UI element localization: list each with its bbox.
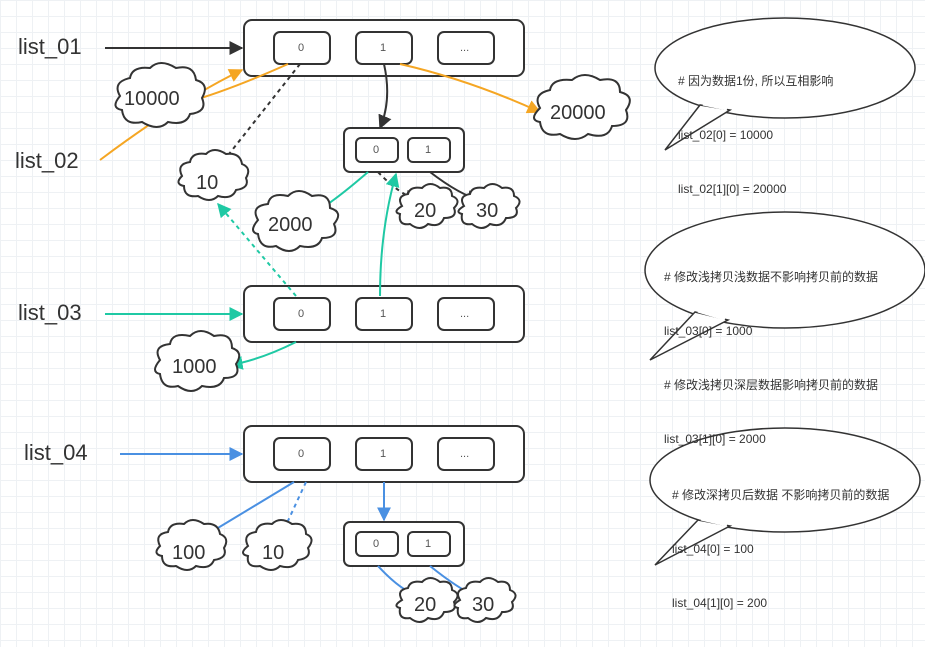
cloud-30b-text: 30 (472, 594, 494, 617)
note1-line1: # 因为数据1份, 所以互相影响 (678, 72, 898, 90)
note3-line3: list_04[1][0] = 200 (672, 594, 906, 612)
cloud-30a-text: 30 (476, 200, 498, 223)
label-list01: list_01 (18, 34, 82, 60)
list01-cell2-text: ... (460, 42, 469, 54)
note2-line3: # 修改浅拷贝深层数据影响拷贝前的数据 (664, 376, 914, 394)
list03-cell0-text: 0 (298, 308, 304, 320)
cloud-20000-text: 20000 (550, 102, 606, 125)
label-list03: list_03 (18, 300, 82, 326)
note3: # 修改深拷贝后数据 不影响拷贝前的数据 list_04[0] = 100 li… (672, 450, 906, 630)
note3-line1: # 修改深拷贝后数据 不影响拷贝前的数据 (672, 486, 906, 504)
innerbot-cell0-text: 0 (373, 538, 379, 550)
cloud-10a-text: 10 (196, 172, 218, 195)
label-list02: list_02 (15, 148, 79, 174)
innertop-cell1-text: 1 (425, 144, 431, 156)
cloud-100-text: 100 (172, 542, 205, 565)
list04-cell2-text: ... (460, 448, 469, 460)
innerbot-cell1-text: 1 (425, 538, 431, 550)
arrow-list03-cell1-to-inner (380, 174, 396, 296)
note1-line2: list_02[0] = 10000 (678, 126, 898, 144)
note1: # 因为数据1份, 所以互相影响 list_02[0] = 10000 list… (678, 36, 898, 216)
list04-cell1-text: 1 (380, 448, 386, 460)
note1-line3: list_02[1][0] = 20000 (678, 180, 898, 198)
note2-line2: list_03[0] = 1000 (664, 322, 914, 340)
note2-line1: # 修改浅拷贝浅数据不影响拷贝前的数据 (664, 268, 914, 286)
cloud-20a-text: 20 (414, 200, 436, 223)
cloud-1000-text: 1000 (172, 356, 217, 379)
innertop-cell0-text: 0 (373, 144, 379, 156)
note2: # 修改浅拷贝浅数据不影响拷贝前的数据 list_03[0] = 1000 # … (664, 232, 914, 466)
note2-line4: list_03[1][0] = 2000 (664, 430, 914, 448)
list04-cell0-text: 0 (298, 448, 304, 460)
list01-cell1-text: 1 (380, 42, 386, 54)
cloud-20b-text: 20 (414, 594, 436, 617)
cloud-10b-text: 10 (262, 542, 284, 565)
list03-cell1-text: 1 (380, 308, 386, 320)
cloud-10000-text: 10000 (124, 88, 180, 111)
list01-cell0-text: 0 (298, 42, 304, 54)
note3-line2: list_04[0] = 100 (672, 540, 906, 558)
cloud-2000-text: 2000 (268, 214, 313, 237)
arrow-cell0-to-10 (218, 64, 300, 168)
list03-cell2-text: ... (460, 308, 469, 320)
label-list04: list_04 (24, 440, 88, 466)
